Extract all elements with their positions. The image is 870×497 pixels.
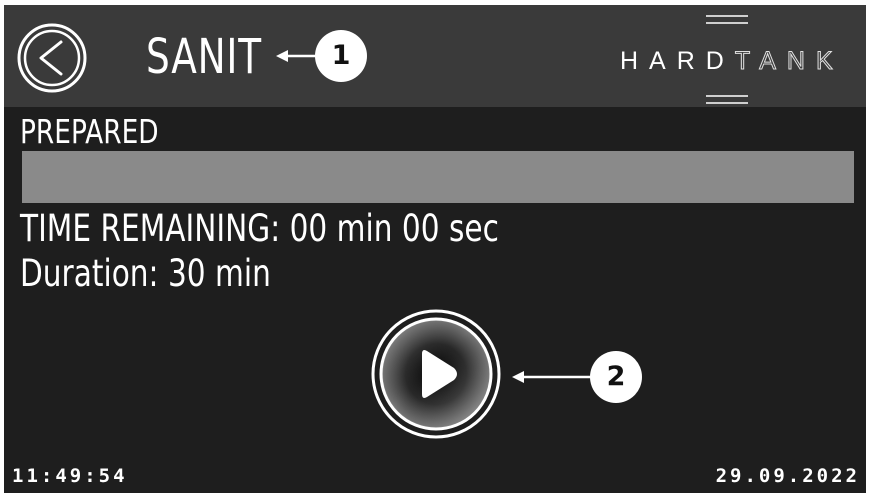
callout-1-arrow — [276, 50, 318, 62]
callout-2: 2 — [590, 351, 642, 403]
progress-bar — [22, 151, 854, 203]
page-title: SANIT — [146, 29, 262, 85]
hardtank-logo: HARDTANK — [616, 13, 836, 105]
play-button[interactable] — [370, 308, 502, 440]
logo-text-tank: TANK — [734, 47, 844, 76]
back-button[interactable] — [17, 23, 87, 93]
logo-text-hard: HARD — [620, 47, 735, 75]
screen: SANIT HARDTANK PREPARED TIME REMAINING: … — [4, 5, 866, 493]
time-remaining-label: TIME REMAINING: 00 min 00 sec — [20, 207, 499, 250]
current-date: 29.09.2022 — [715, 465, 860, 487]
duration-label: Duration: 30 min — [20, 252, 271, 295]
back-arrow-icon — [39, 40, 63, 76]
progress-fill — [22, 151, 854, 203]
clock-time: 11:49:54 — [12, 465, 128, 487]
status-label: PREPARED — [20, 112, 159, 151]
callout-2-arrow — [512, 371, 592, 383]
header-bar: SANIT HARDTANK — [4, 5, 866, 107]
callout-1: 1 — [315, 30, 367, 82]
